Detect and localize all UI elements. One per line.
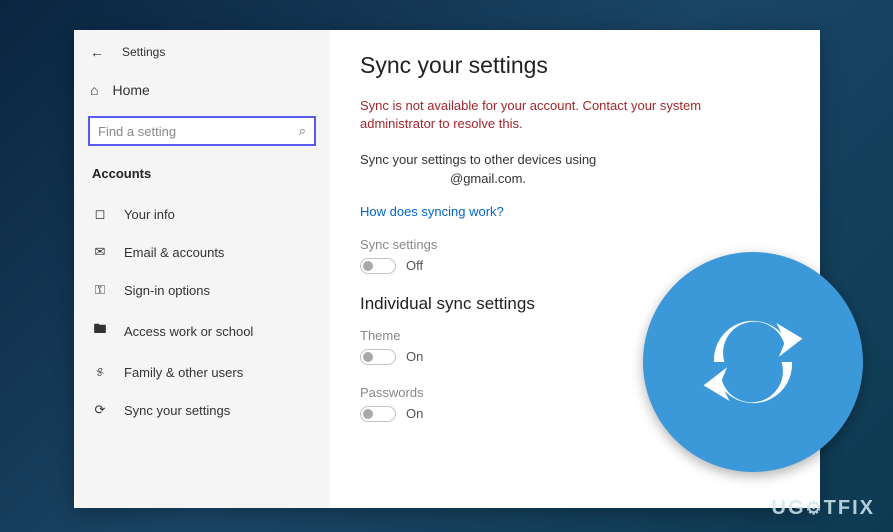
sidebar-item-your-info[interactable]: ◻ Your info [74, 195, 330, 233]
gear-icon: ⚙ [806, 498, 824, 519]
person-icon: ◻ [92, 206, 108, 222]
search-box[interactable]: ⌕ [88, 116, 316, 146]
header-row: ← Settings [74, 30, 330, 72]
theme-state: On [406, 349, 423, 364]
app-title: Settings [122, 45, 165, 59]
nav-label: Access work or school [124, 324, 253, 339]
sync-description: Sync your settings to other devices usin… [360, 151, 720, 187]
sidebar: ← Settings ⌂ Home ⌕ Accounts ◻ Your info… [74, 30, 330, 508]
nav-label: Sign-in options [124, 283, 210, 298]
passwords-state: On [406, 406, 423, 421]
sidebar-item-email-accounts[interactable]: ✉ Email & accounts [74, 233, 330, 271]
sync-arrows-icon [688, 297, 818, 427]
section-label: Accounts [74, 154, 330, 189]
nav-label: Sync your settings [124, 403, 230, 418]
watermark-post: TFIX [824, 497, 875, 520]
desc-line1: Sync your settings to other devices usin… [360, 152, 596, 167]
briefcase-icon: 🖿 [92, 320, 108, 342]
watermark: UG⚙TFIX [772, 497, 875, 520]
nav-label: Email & accounts [124, 245, 224, 260]
sidebar-item-family[interactable]: ୫ Family & other users [74, 353, 330, 391]
sync-settings-label: Sync settings [360, 237, 790, 252]
search-input[interactable] [98, 124, 275, 139]
how-syncing-works-link[interactable]: How does syncing work? [360, 204, 790, 219]
sync-settings-state: Off [406, 258, 423, 273]
passwords-toggle[interactable] [360, 406, 396, 422]
page-title: Sync your settings [360, 52, 790, 79]
sidebar-item-access-work[interactable]: 🖿 Access work or school [74, 309, 330, 353]
back-arrow-icon[interactable]: ← [90, 44, 104, 60]
error-message: Sync is not available for your account. … [360, 97, 740, 133]
theme-toggle[interactable] [360, 349, 396, 365]
home-nav-item[interactable]: ⌂ Home [74, 72, 330, 108]
sync-badge-overlay [643, 252, 863, 472]
sidebar-item-sync-settings[interactable]: ⟳ Sync your settings [74, 391, 330, 429]
desc-line2: @gmail.com. [360, 171, 526, 186]
sidebar-item-signin-options[interactable]: ⚿ Sign-in options [74, 271, 330, 309]
home-label: Home [112, 82, 149, 98]
search-icon: ⌕ [299, 123, 306, 139]
sync-settings-toggle[interactable] [360, 258, 396, 274]
home-icon: ⌂ [90, 82, 98, 98]
nav-list: ◻ Your info ✉ Email & accounts ⚿ Sign-in… [74, 195, 330, 429]
nav-label: Family & other users [124, 365, 243, 380]
nav-label: Your info [124, 207, 175, 222]
family-icon: ୫ [92, 364, 108, 380]
watermark-pre: UG [772, 497, 806, 520]
mail-icon: ✉ [92, 244, 108, 260]
sync-icon: ⟳ [92, 402, 108, 418]
key-icon: ⚿ [92, 282, 108, 298]
